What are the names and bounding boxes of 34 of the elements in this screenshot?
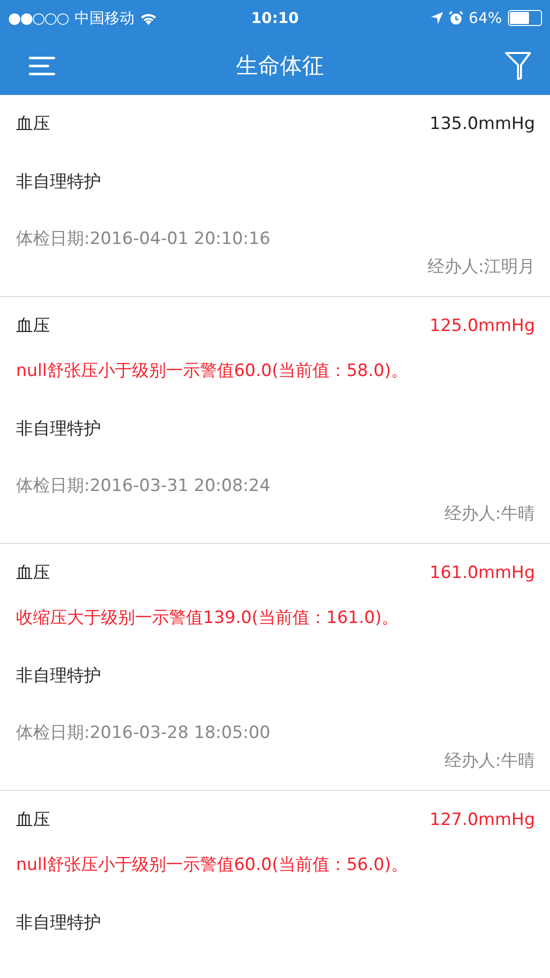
- clock-time: 10:10: [251, 9, 299, 27]
- care-level: 非自理特护: [16, 171, 102, 193]
- carrier-name: 中国移动: [74, 8, 134, 28]
- page-title: 生命体征: [236, 52, 324, 80]
- care-level: 非自理特护: [16, 418, 102, 440]
- care-level: 非自理特护: [16, 912, 102, 934]
- record-card[interactable]: 血压 135.0mmHg 非自理特护 体检日期:2016-04-01 20:10:16 经办人:江明月: [0, 95, 550, 297]
- record-card[interactable]: 血压 161.0mmHg 收缩压大于级别一示警值139.0(当前值：161.0)。 非自理特护 体检日期:2016-03-28 18:05:00 经办人:牛晴: [0, 544, 550, 791]
- handler-name: 经办人:江明月: [427, 256, 535, 278]
- location-arrow-icon: [430, 12, 443, 24]
- signal-strength: ●●○○○: [8, 9, 68, 27]
- alert-message: null舒张压小于级别一示警值60.0(当前值：58.0)。: [16, 360, 409, 382]
- vital-name: 血压: [16, 113, 50, 135]
- care-level: 非自理特护: [16, 665, 102, 687]
- alert-message: null舒张压小于级别一示警值60.0(当前值：56.0)。: [16, 854, 409, 876]
- record-card[interactable]: 血压 125.0mmHg null舒张压小于级别一示警值60.0(当前值：58.0)。 非自理特护 体检日期:2016-03-31 20:08:24 经办人:牛晴: [0, 297, 550, 544]
- handler-name: 经办人:牛晴: [444, 750, 535, 772]
- alert-message: 收缩压大于级别一示警值139.0(当前值：161.0)。: [16, 607, 400, 629]
- vital-name: 血压: [16, 809, 50, 831]
- alarm-clock-icon: [448, 11, 463, 25]
- vital-name: 血压: [16, 562, 50, 584]
- exam-date: 体检日期:2016-04-01 20:10:16: [16, 228, 272, 250]
- battery-icon: [508, 10, 542, 26]
- vital-value: 135.0mmHg: [430, 113, 535, 135]
- wifi-icon: [140, 12, 158, 24]
- record-card[interactable]: 血压 127.0mmHg null舒张压小于级别一示警值60.0(当前值：56.0)。 非自理特护: [0, 791, 550, 952]
- vital-value: 125.0mmHg: [430, 315, 535, 337]
- vital-value: 127.0mmHg: [430, 809, 535, 831]
- exam-date: 体检日期:2016-03-28 18:05:00: [16, 722, 272, 744]
- handler-name: 经办人:牛晴: [444, 503, 535, 525]
- battery-percentage: 64%: [468, 9, 502, 27]
- vital-name: 血压: [16, 315, 50, 337]
- exam-date: 体检日期:2016-03-31 20:08:24: [16, 475, 272, 497]
- vital-value: 161.0mmHg: [430, 562, 535, 584]
